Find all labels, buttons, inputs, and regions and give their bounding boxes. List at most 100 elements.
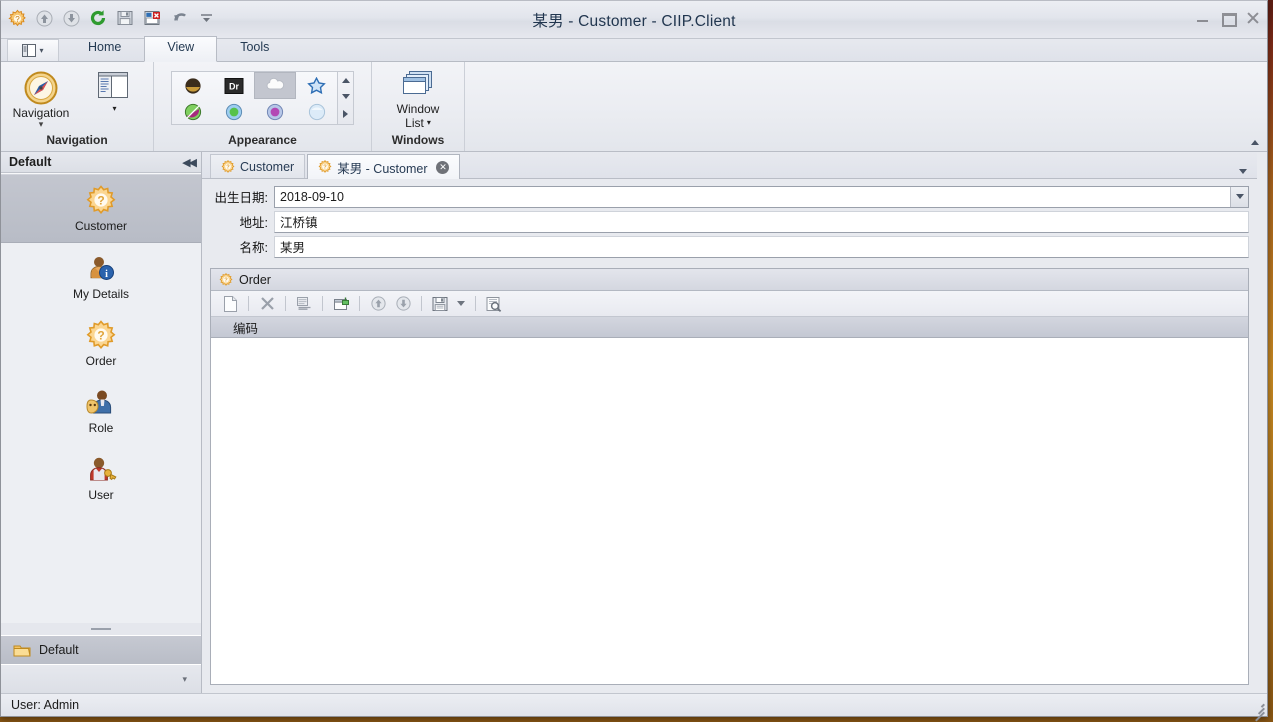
skin-white-icon — [266, 77, 284, 90]
ribbon-group-title-appearance: Appearance — [228, 133, 297, 147]
sidebar-item-user[interactable]: User — [1, 444, 201, 511]
toolbar-separator — [421, 296, 422, 311]
window-title: 某男 - Customer - CIIP.Client — [532, 13, 736, 30]
skin-swatch-purple-glass[interactable] — [255, 99, 295, 124]
order-panel-header: ? Order — [211, 269, 1248, 291]
skin-swatch-dr[interactable]: Dr — [214, 73, 254, 98]
scroll-up-icon[interactable] — [341, 77, 350, 83]
ribbon-tab-home[interactable]: Home — [65, 36, 144, 61]
gear-question-icon: ? — [86, 184, 116, 214]
ribbon-tab-view[interactable]: View — [144, 36, 218, 62]
resize-grip[interactable] — [1251, 700, 1265, 722]
document-tab-customer[interactable]: ? Customer — [210, 154, 306, 178]
navigation-pane-footer-default[interactable]: Default — [1, 635, 201, 664]
navigation-pane-button[interactable]: ▾ — [79, 67, 147, 116]
window-list-icon — [403, 71, 432, 94]
move-down-icon[interactable] — [392, 293, 414, 314]
skin-swatch-dark-brown[interactable] — [173, 73, 213, 98]
gear-question-icon: ? — [221, 159, 235, 173]
gallery-expand-icon[interactable] — [343, 110, 348, 119]
configure-buttons-icon[interactable]: ▾ — [182, 674, 187, 685]
toolbar-separator — [359, 296, 360, 311]
navigation-pane-resize-grip[interactable] — [1, 623, 201, 635]
skin-swatch-green-glass[interactable] — [214, 99, 254, 124]
sidebar-item-order[interactable]: ? Order — [1, 310, 201, 377]
document-tab-menu-icon[interactable] — [1239, 169, 1247, 174]
address-label: 地址: — [239, 216, 268, 230]
birthdate-dropdown-icon[interactable] — [1230, 186, 1248, 207]
navigation-pane-icon — [98, 72, 128, 98]
ribbon-app-menu-button[interactable]: ▾ — [7, 39, 59, 61]
skin-swatch-white-selected[interactable] — [254, 72, 296, 99]
collapse-pane-icon[interactable]: ◀◀ — [182, 156, 197, 169]
skin-dark-brown-icon — [184, 77, 201, 94]
ribbon-group-navigation: Navigation ▾ ▾ Navigation — [1, 62, 154, 151]
sidebar-item-role[interactable]: Role — [1, 377, 201, 444]
new-icon[interactable] — [219, 293, 241, 314]
unlink-icon[interactable] — [293, 293, 315, 314]
scroll-down-icon[interactable] — [341, 93, 350, 99]
move-up-icon[interactable] — [367, 293, 389, 314]
svg-text:?: ? — [97, 328, 104, 342]
folder-icon — [13, 645, 31, 656]
skin-purple-glass-icon — [266, 103, 284, 120]
sidebar-item-label: User — [88, 487, 114, 502]
name-field[interactable]: 某男 — [274, 235, 1249, 258]
appearance-gallery: Dr — [171, 67, 354, 125]
compass-icon — [24, 71, 58, 105]
order-grid-body[interactable] — [211, 338, 1248, 684]
chevron-down-icon: ▾ — [39, 46, 44, 55]
export-icon[interactable] — [429, 293, 451, 314]
close-button[interactable] — [1245, 10, 1261, 26]
navigation-pane-items: ? Customer i My Details ? Order Role Use… — [1, 173, 201, 623]
order-grid-column-code[interactable]: 编码 — [211, 318, 258, 337]
title-bar: ? 某男 - Customer - CIIP.Client — [1, 1, 1267, 39]
sidebar-item-my-details[interactable]: i My Details — [1, 243, 201, 310]
ribbon-collapse-icon[interactable] — [1248, 136, 1262, 148]
window-list-label-line1: Window — [396, 102, 440, 116]
ribbon-group-title-windows: Windows — [391, 133, 445, 147]
appearance-gallery-grid: Dr — [171, 71, 338, 125]
window-list-button[interactable]: Window List ▾ — [384, 67, 452, 130]
chevron-down-icon: ▾ — [38, 119, 44, 129]
ribbon-group-windows: Window List ▾ Windows — [372, 62, 465, 151]
svg-text:?: ? — [323, 165, 327, 171]
navigation-button[interactable]: Navigation ▾ — [7, 67, 75, 129]
ribbon-group-title-navigation: Navigation — [46, 133, 108, 147]
svg-text:?: ? — [224, 277, 228, 283]
sidebar-item-customer[interactable]: ? Customer — [1, 174, 201, 243]
document-right-padding — [1257, 152, 1267, 693]
user-info-icon: i — [90, 256, 114, 280]
birthdate-value: 2018-09-10 — [280, 189, 344, 204]
address-field[interactable]: 江桥镇 — [274, 210, 1249, 233]
gear-question-icon: ? — [219, 272, 233, 286]
delete-icon[interactable] — [256, 293, 278, 314]
document-tab-customer-detail[interactable]: ? 某男 - Customer ✕ — [307, 154, 461, 179]
minimize-button[interactable] — [1195, 10, 1211, 26]
form-row-address: 地址: 江桥镇 — [210, 210, 1249, 233]
document-area: ? Customer ? 某男 - Customer ✕ 出生日期: 2018-… — [202, 152, 1257, 693]
navigation-button-label: Navigation — [12, 106, 70, 120]
navigation-pane-config-bar: ▾ — [1, 664, 201, 693]
export-dropdown-icon[interactable] — [454, 293, 468, 314]
ribbon-tab-tools[interactable]: Tools — [217, 36, 292, 61]
link-icon[interactable] — [330, 293, 352, 314]
sidebar-item-label: Role — [88, 420, 114, 435]
birthdate-field[interactable]: 2018-09-10 — [274, 185, 1249, 208]
skin-swatch-green-purple[interactable] — [173, 99, 213, 124]
gear-question-icon: ? — [86, 319, 116, 349]
name-label: 名称: — [239, 241, 268, 255]
order-panel: ? Order 编码 — [210, 268, 1249, 685]
skin-swatch-light-blue[interactable] — [297, 99, 337, 124]
maximize-button[interactable] — [1220, 10, 1237, 27]
skin-blue-star-icon — [307, 76, 326, 94]
navigation-pane-title: Default — [9, 155, 52, 169]
skin-swatch-blue-star[interactable] — [297, 73, 337, 98]
sidebar-item-label: My Details — [72, 286, 129, 301]
close-icon[interactable]: ✕ — [436, 160, 450, 174]
skin-green-glass-icon — [225, 103, 242, 120]
document-tab-bar: ? Customer ? 某男 - Customer ✕ — [202, 152, 1257, 179]
filter-icon[interactable] — [483, 293, 505, 314]
appearance-gallery-scroll[interactable] — [338, 71, 354, 125]
order-toolbar — [211, 291, 1248, 317]
